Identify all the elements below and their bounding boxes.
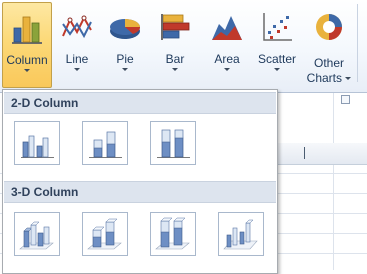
clustered-column-button[interactable] <box>14 121 60 165</box>
grid-line <box>333 93 334 270</box>
3d-100-percent-stacked-column-button[interactable] <box>150 212 196 256</box>
3d-stacked-column-button[interactable] <box>82 212 128 256</box>
pie-chart-icon <box>110 19 141 39</box>
dialog-launcher-icon[interactable] <box>341 95 350 104</box>
area-chart-button[interactable]: Area <box>205 2 249 88</box>
100-percent-stacked-column-icon <box>157 129 190 158</box>
3d-clustered-column-button[interactable] <box>14 212 60 256</box>
bar-chart-icon <box>161 14 190 40</box>
100-percent-stacked-column-button[interactable] <box>150 121 196 165</box>
pie-chart-label: Pie <box>116 52 134 66</box>
other-charts-label: Other <box>313 56 344 70</box>
column-header[interactable] <box>278 143 367 165</box>
column-chart-button[interactable]: Column <box>2 2 52 88</box>
column-chart-icon <box>12 16 42 44</box>
3d-100-percent-stacked-column-icon <box>155 217 190 250</box>
section-header-2d-column: 2-D Column <box>4 92 276 114</box>
ribbon-separator <box>357 4 358 82</box>
line-chart-button[interactable]: Line <box>55 2 99 88</box>
bar-chart-button[interactable]: Bar <box>153 2 197 88</box>
column-chart-label: Column <box>6 53 48 67</box>
3d-clustered-column-icon <box>19 221 54 250</box>
other-charts-label-line2: Charts <box>306 71 342 85</box>
chevron-down-icon <box>172 68 178 71</box>
chevron-down-icon <box>224 68 230 71</box>
column-chart-gallery: 2-D Column 3-D Column <box>2 89 278 274</box>
scatter-chart-label: Scatter <box>257 52 296 66</box>
line-chart-label: Line <box>65 52 89 66</box>
3d-stacked-column-icon <box>87 218 122 250</box>
other-charts-icon <box>316 14 342 40</box>
area-chart-icon <box>212 16 242 40</box>
scatter-chart-button[interactable]: Scatter <box>253 2 301 88</box>
stacked-column-icon <box>89 131 122 158</box>
chevron-down-icon <box>345 77 352 81</box>
section-header-3d-column: 3-D Column <box>4 181 276 203</box>
chevron-down-icon <box>74 68 80 71</box>
chevron-down-icon <box>24 69 30 72</box>
other-charts-button[interactable]: Other Charts <box>304 2 354 88</box>
area-chart-label: Area <box>214 52 240 66</box>
3d-column-icon <box>223 219 258 250</box>
chevron-down-icon <box>122 68 128 71</box>
chevron-down-icon <box>274 68 280 71</box>
3d-column-button[interactable] <box>218 212 264 256</box>
clustered-column-icon <box>21 135 54 158</box>
charts-ribbon-group: Column Line Pie Bar Area Scatter Other C… <box>0 0 367 93</box>
bar-chart-label: Bar <box>165 52 185 66</box>
scatter-chart-icon <box>263 13 292 41</box>
stacked-column-button[interactable] <box>82 121 128 165</box>
pie-chart-button[interactable]: Pie <box>103 2 147 88</box>
line-chart-icon <box>62 15 92 39</box>
